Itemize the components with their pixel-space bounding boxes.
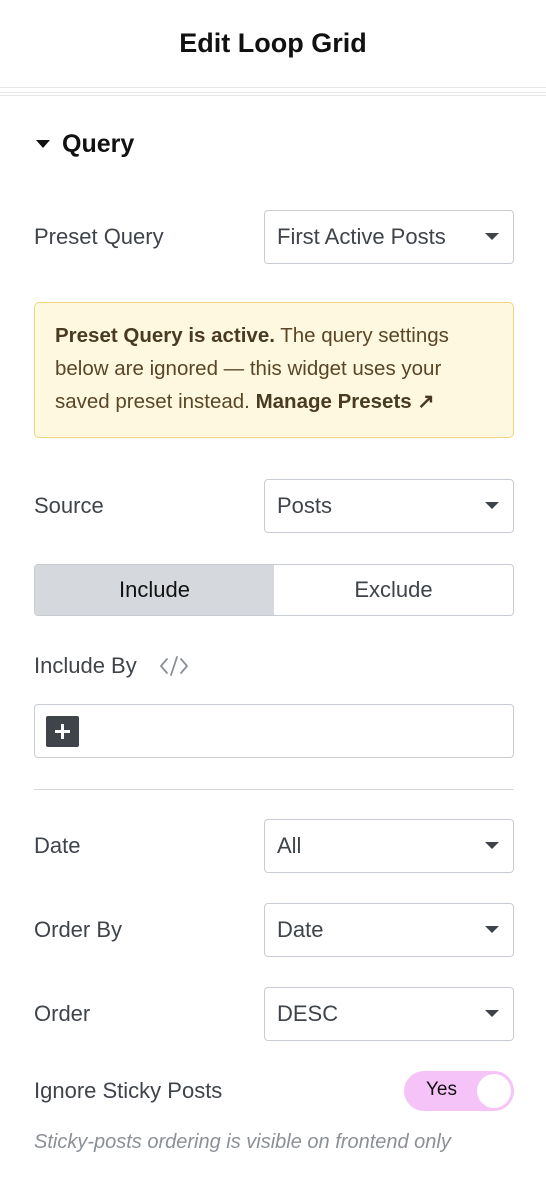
source-select[interactable]: Posts — [264, 479, 514, 533]
query-section-toggle[interactable]: Query — [36, 128, 134, 160]
section-title: Query — [62, 129, 135, 158]
ignore-sticky-switch[interactable]: Yes — [404, 1071, 514, 1111]
chevron-down-icon — [485, 233, 499, 240]
header-divider — [0, 92, 546, 96]
source-label: Source — [34, 493, 104, 518]
sticky-help-text: Sticky-posts ordering is visible on fron… — [34, 1131, 451, 1153]
manage-presets-link[interactable]: Manage Presets ↗ — [256, 390, 435, 413]
dynamic-tags-icon[interactable] — [158, 654, 190, 678]
preset-query-value: First Active Posts — [277, 224, 446, 249]
notice-bold-text: Preset Query is active. — [55, 324, 275, 347]
order-select[interactable]: DESC — [264, 987, 514, 1041]
order-label: Order — [34, 1001, 91, 1026]
include-exclude-toggle: Include Exclude — [34, 564, 514, 616]
order-by-value: Date — [277, 917, 324, 942]
preset-query-label: Preset Query — [34, 224, 164, 249]
source-value: Posts — [277, 493, 333, 518]
section-divider — [34, 789, 514, 790]
switch-knob — [477, 1074, 511, 1108]
order-by-select[interactable]: Date — [264, 903, 514, 957]
chevron-down-icon — [485, 842, 499, 849]
date-label: Date — [34, 833, 81, 858]
date-value: All — [277, 833, 302, 858]
order-by-label: Order By — [34, 917, 123, 942]
order-value: DESC — [277, 1001, 339, 1026]
caret-down-icon — [36, 140, 50, 148]
plus-icon[interactable] — [46, 716, 79, 747]
include-by-field[interactable] — [34, 704, 514, 758]
chevron-down-icon — [485, 1010, 499, 1017]
chevron-down-icon — [485, 926, 499, 933]
switch-label: Yes — [426, 1079, 457, 1100]
include-by-label: Include By — [34, 653, 137, 678]
preset-notice: Preset Query is active. The query settin… — [34, 302, 514, 438]
preset-query-select[interactable]: First Active Posts — [264, 210, 514, 264]
include-tab[interactable]: Include — [35, 565, 274, 615]
exclude-tab[interactable]: Exclude — [274, 565, 513, 615]
date-select[interactable]: All — [264, 819, 514, 873]
ignore-sticky-label: Ignore Sticky Posts — [34, 1078, 223, 1103]
panel-title: Edit Loop Grid — [179, 28, 367, 58]
panel-header: Edit Loop Grid — [0, 0, 546, 88]
chevron-down-icon — [485, 502, 499, 509]
